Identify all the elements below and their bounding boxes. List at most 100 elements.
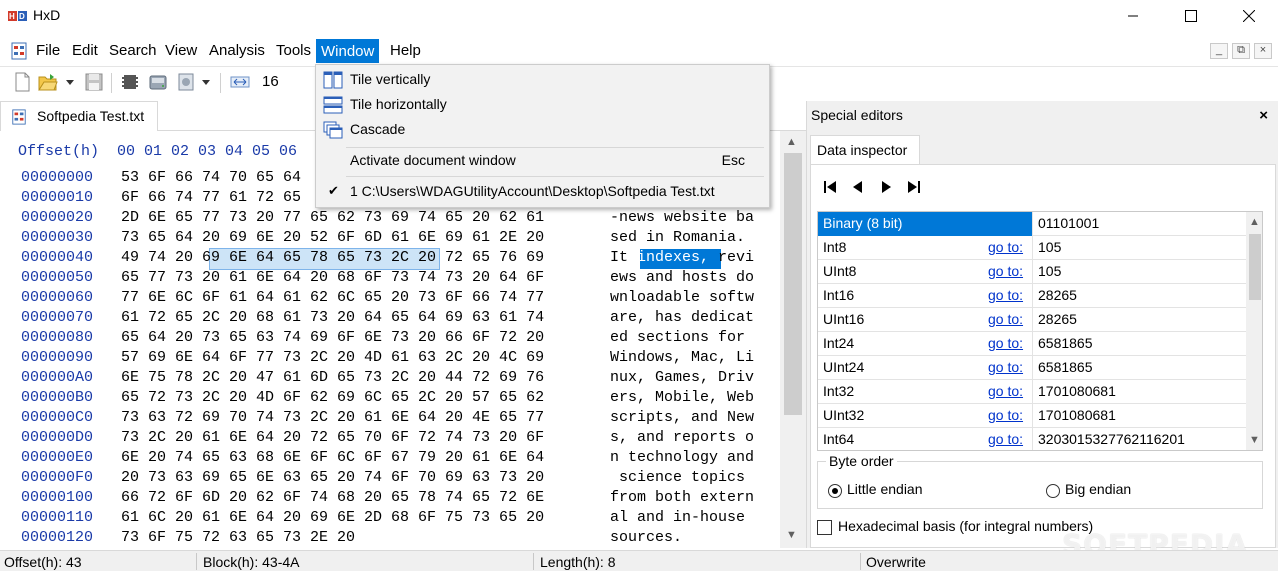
hex-row[interactable]: 00000030 73 65 64 20 69 6E 20 52 6F 6D 61… (0, 229, 780, 249)
data-inspector-scrollbar[interactable]: ▲ ▼ (1246, 212, 1262, 450)
row-bytes[interactable]: 61 6C 20 61 6E 64 20 69 6E 2D 68 6F 75 7… (121, 509, 544, 526)
panel-close-button[interactable]: × (1259, 107, 1268, 124)
hex-row[interactable]: 00000040 49 74 20 69 6E 64 65 78 65 73 2C… (0, 249, 780, 269)
scrollbar-thumb[interactable] (1249, 234, 1261, 300)
row-bytes[interactable]: 53 6F 66 74 70 65 64 (121, 169, 301, 186)
hex-row[interactable]: 00000080 65 64 20 73 65 63 74 69 6F 6E 73… (0, 329, 780, 349)
menu-window[interactable]: Window (316, 39, 380, 63)
row-text[interactable]: are, has dedicat (610, 309, 754, 326)
menu-cascade[interactable]: Cascade (318, 118, 767, 142)
row-bytes[interactable]: 73 2C 20 61 6E 64 20 72 65 70 6F 72 74 7… (121, 429, 544, 446)
hex-scrollbar[interactable]: ▲ ▼ (780, 131, 806, 548)
inspector-row[interactable]: Binary (8 bit) 01101001 (818, 212, 1246, 236)
menu-activate-document-window[interactable]: Activate document window Esc (318, 149, 767, 173)
scroll-down-icon[interactable]: ▼ (1249, 434, 1260, 446)
row-text[interactable]: nux, Games, Driv (610, 369, 754, 386)
dropdown-arrow-icon[interactable] (64, 72, 76, 92)
row-text[interactable]: Windows, Mac, Li (610, 349, 754, 366)
hex-row[interactable]: 000000D0 73 2C 20 61 6E 64 20 72 65 70 6F… (0, 429, 780, 449)
disk-icon[interactable] (148, 72, 168, 92)
row-text[interactable]: It indexes, revi (610, 249, 754, 266)
hex-row[interactable]: 000000B0 65 72 73 2C 20 4D 6F 62 69 6C 65… (0, 389, 780, 409)
little-endian-radio[interactable] (828, 484, 842, 498)
hex-row[interactable]: 00000120 73 6F 75 72 63 65 73 2E 20 source… (0, 529, 780, 548)
go-to-link[interactable]: go to: (988, 359, 1023, 375)
inspector-row[interactable]: UInt24 go to: 6581865 (818, 356, 1246, 380)
row-text[interactable]: n technology and (610, 449, 754, 466)
inspector-row[interactable]: UInt8 go to: 105 (818, 260, 1246, 284)
row-text[interactable]: sources. (610, 529, 682, 546)
next-icon[interactable] (877, 178, 895, 196)
bytes-per-row-field[interactable] (258, 70, 318, 94)
menu-help[interactable]: Help (386, 39, 425, 63)
hex-row[interactable]: 00000090 57 69 6E 64 6F 77 73 2C 20 4D 61… (0, 349, 780, 369)
inspector-value[interactable]: 01101001 (1032, 212, 1246, 236)
row-text[interactable]: ed sections for (610, 329, 754, 346)
minimize-button[interactable] (1104, 0, 1162, 32)
go-to-link[interactable]: go to: (988, 239, 1023, 255)
row-text[interactable]: s, and reports o (610, 429, 754, 446)
menu-search[interactable]: Search (105, 39, 161, 63)
scroll-up-icon[interactable]: ▲ (1249, 216, 1260, 228)
previous-icon[interactable] (849, 178, 867, 196)
row-bytes[interactable]: 20 73 63 69 65 6E 63 65 20 74 6F 70 69 6… (121, 469, 544, 486)
row-bytes[interactable]: 49 74 20 69 6E 64 65 78 65 73 2C 20 72 6… (121, 249, 544, 266)
inspector-row[interactable]: Int16 go to: 28265 (818, 284, 1246, 308)
last-icon[interactable] (905, 178, 923, 196)
hex-row[interactable]: 00000050 65 77 73 20 61 6E 64 20 68 6F 73… (0, 269, 780, 289)
hex-row[interactable]: 000000A0 6E 75 78 2C 20 47 61 6D 65 73 2C… (0, 369, 780, 389)
row-bytes[interactable]: 6F 66 74 77 61 72 65 (121, 189, 301, 206)
go-to-link[interactable]: go to: (988, 263, 1023, 279)
row-text[interactable]: ews and hosts do (610, 269, 754, 286)
maximize-button[interactable] (1162, 0, 1220, 32)
menu-view[interactable]: View (161, 39, 201, 63)
row-bytes[interactable]: 77 6E 6C 6F 61 64 61 62 6C 65 20 73 6F 6… (121, 289, 544, 306)
row-text[interactable]: scripts, and New (610, 409, 754, 426)
inspector-value[interactable]: 3203015327762116201 (1032, 428, 1246, 450)
row-bytes[interactable]: 6E 75 78 2C 20 47 61 6D 65 73 2C 20 44 7… (121, 369, 544, 386)
inspector-value[interactable]: 105 (1032, 260, 1246, 284)
mdi-minimize-button[interactable]: _ (1210, 43, 1228, 59)
row-text[interactable]: ers, Mobile, Web (610, 389, 754, 406)
hex-row[interactable]: 00000060 77 6E 6C 6F 61 64 61 62 6C 65 20… (0, 289, 780, 309)
menu-tools[interactable]: Tools (272, 39, 315, 63)
open-file-icon[interactable] (38, 72, 58, 92)
mdi-close-button[interactable]: × (1254, 43, 1272, 59)
row-bytes[interactable]: 65 77 73 20 61 6E 64 20 68 6F 73 74 73 2… (121, 269, 544, 286)
inspector-value[interactable]: 6581865 (1032, 332, 1246, 356)
inspector-row[interactable]: Int8 go to: 105 (818, 236, 1246, 260)
new-file-icon[interactable] (12, 72, 32, 92)
go-to-link[interactable]: go to: (988, 431, 1023, 447)
hex-row[interactable]: 000000F0 20 73 63 69 65 6E 63 65 20 74 6F… (0, 469, 780, 489)
tab-softpedia-test[interactable]: Softpedia Test.txt (0, 101, 158, 131)
inspector-value[interactable]: 6581865 (1032, 356, 1246, 380)
dropdown-arrow-icon[interactable] (200, 72, 212, 92)
go-to-link[interactable]: go to: (988, 335, 1023, 351)
big-endian-radio[interactable] (1046, 484, 1060, 498)
inspector-row[interactable]: UInt32 go to: 1701080681 (818, 404, 1246, 428)
scroll-up-icon[interactable]: ▲ (786, 136, 797, 148)
first-icon[interactable] (821, 178, 839, 196)
hex-basis-checkbox[interactable] (817, 520, 832, 535)
hex-row[interactable]: 00000100 66 72 6F 6D 20 62 6F 74 68 20 65… (0, 489, 780, 509)
row-bytes[interactable]: 73 63 72 69 70 74 73 2C 20 61 6E 64 20 4… (121, 409, 544, 426)
inspector-row[interactable]: Int64 go to: 3203015327762116201 (818, 428, 1246, 450)
row-text[interactable]: sed in Romania. (610, 229, 754, 246)
inspector-value[interactable]: 28265 (1032, 284, 1246, 308)
save-icon[interactable] (84, 72, 104, 92)
row-text[interactable]: al and in-house (610, 509, 754, 526)
scroll-down-icon[interactable]: ▼ (786, 529, 797, 541)
scrollbar-thumb[interactable] (784, 153, 802, 415)
inspector-value[interactable]: 105 (1032, 236, 1246, 260)
row-bytes[interactable]: 73 65 64 20 69 6E 20 52 6F 6D 61 6E 69 6… (121, 229, 544, 246)
inspector-value[interactable]: 28265 (1032, 308, 1246, 332)
ram-icon[interactable] (120, 72, 140, 92)
go-to-link[interactable]: go to: (988, 311, 1023, 327)
hex-row[interactable]: 00000020 2D 6E 65 77 73 20 77 65 62 73 69… (0, 209, 780, 229)
inspector-row[interactable]: UInt16 go to: 28265 (818, 308, 1246, 332)
row-bytes[interactable]: 73 6F 75 72 63 65 73 2E 20 (121, 529, 355, 546)
inspector-row[interactable]: Int24 go to: 6581865 (818, 332, 1246, 356)
menu-analysis[interactable]: Analysis (205, 39, 269, 63)
hex-row[interactable]: 00000110 61 6C 20 61 6E 64 20 69 6E 2D 68… (0, 509, 780, 529)
row-text[interactable]: -news website ba (610, 209, 754, 226)
